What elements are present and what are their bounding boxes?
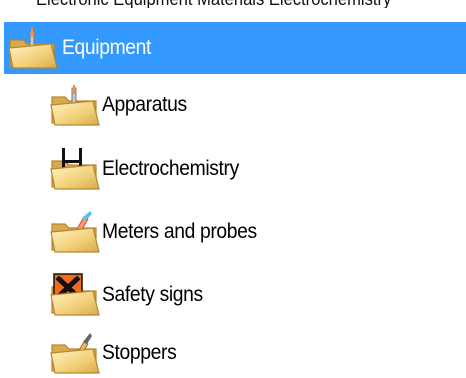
folder-safety-sign-icon xyxy=(50,273,100,316)
tree-item-electrochemistry[interactable]: Electrochemistry xyxy=(46,144,466,194)
folder-stoppers-icon xyxy=(50,333,100,374)
tree-item-label: Equipment xyxy=(62,36,152,59)
tree-item-stoppers[interactable]: Stoppers xyxy=(46,328,466,378)
tree-item-label: Stoppers xyxy=(102,341,177,364)
folder-electrochemistry-icon xyxy=(50,148,100,190)
tree-item-label: Electrochemistry xyxy=(102,157,239,180)
folder-apparatus-icon xyxy=(8,28,58,69)
tree-item-safety-signs[interactable]: Safety signs xyxy=(46,270,466,320)
tree-item-label: Apparatus xyxy=(102,93,187,116)
folder-apparatus-icon xyxy=(50,85,100,126)
tree-item-label: Meters and probes xyxy=(102,220,257,243)
tree-item-equipment[interactable]: Equipment xyxy=(4,22,466,74)
tree-item-meters-and-probes[interactable]: Meters and probes xyxy=(46,207,466,257)
tree-item-apparatus[interactable]: Apparatus xyxy=(46,80,466,130)
tree-item-label: Safety signs xyxy=(102,283,203,306)
equipment-tree: Equipment Apparatus Electrochemistry Met… xyxy=(0,0,466,378)
folder-meters-icon xyxy=(50,211,100,253)
